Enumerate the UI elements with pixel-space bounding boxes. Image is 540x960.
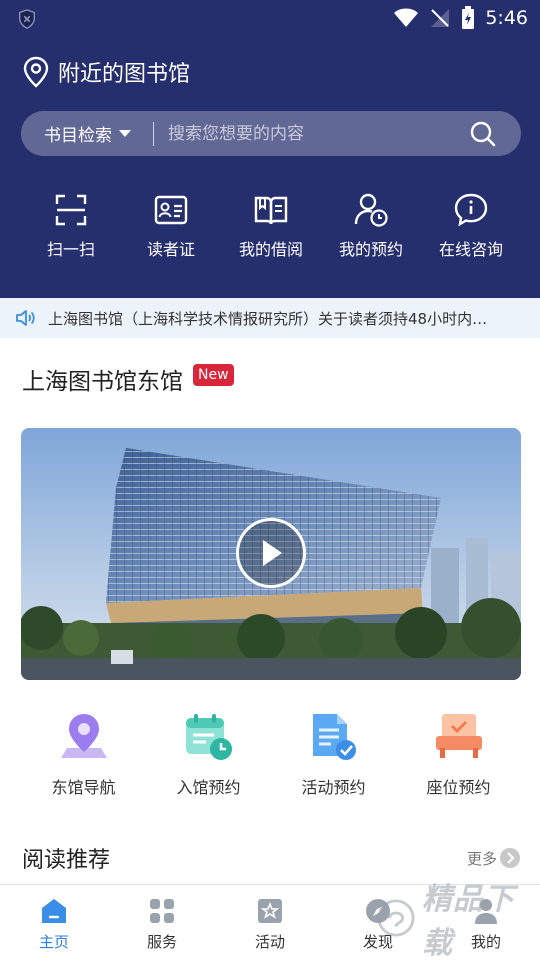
app-screen: 5:46 附近的图书馆 书目检索 搜索您想要的内容 扫一扫 读者证 我的借阅 我…	[0, 0, 540, 960]
header: 5:46 附近的图书馆 书目检索 搜索您想要的内容 扫一扫 读者证 我的借阅 我…	[0, 0, 540, 298]
library-video[interactable]	[21, 428, 521, 680]
library-title: 上海图书馆东馆	[22, 369, 183, 395]
status-icons: 5:46	[393, 6, 528, 30]
quick-reservation-label: 我的预约	[338, 240, 403, 259]
scan-icon	[55, 194, 87, 226]
quick-reservation[interactable]: 我的预约	[321, 192, 421, 262]
service-seat-booking[interactable]: 座位预约	[396, 712, 521, 802]
search-divider	[153, 121, 154, 146]
tab-activities[interactable]: 活动	[216, 885, 324, 960]
reader-card-icon	[154, 195, 188, 225]
battery-icon	[462, 6, 475, 29]
grid-icon	[150, 899, 174, 923]
tab-discover-label: 发现	[362, 933, 393, 951]
service-navigation-label: 东馆导航	[51, 778, 116, 797]
new-badge: New	[193, 364, 234, 386]
document-check-icon	[312, 714, 356, 760]
play-button[interactable]	[236, 518, 306, 588]
quick-borrow[interactable]: 我的借阅	[221, 192, 321, 262]
calendar-clock-icon	[185, 714, 232, 760]
tab-home[interactable]: 主页	[0, 885, 108, 960]
location-pin-icon	[23, 56, 49, 88]
navigation-pin-icon	[60, 714, 107, 758]
library-services: 东馆导航 入馆预约 活动预约 座位预约	[0, 712, 540, 802]
tab-services[interactable]: 服务	[108, 885, 216, 960]
search-button[interactable]	[467, 118, 499, 150]
notice-text: 上海图书馆（上海科学技术情报研究所）关于读者须持48小时内…	[48, 309, 488, 328]
search-category-label: 书目检索	[44, 126, 112, 146]
quick-borrow-label: 我的借阅	[238, 240, 303, 259]
more-button[interactable]: 更多	[467, 848, 520, 869]
user-clock-icon	[354, 193, 388, 227]
service-seat-booking-label: 座位预约	[426, 778, 491, 797]
speaker-icon	[16, 310, 35, 326]
search-category-dropdown[interactable]: 书目检索	[21, 121, 131, 146]
play-icon	[263, 540, 282, 566]
search-input[interactable]	[168, 123, 467, 144]
star-box-icon	[258, 899, 282, 923]
quick-actions: 扫一扫 读者证 我的借阅 我的预约 在线咨询	[0, 192, 540, 262]
no-signal-icon	[431, 9, 450, 27]
service-entry-booking-label: 入馆预约	[176, 778, 241, 797]
compass-icon	[366, 899, 390, 923]
service-event-booking-label: 活动预约	[301, 778, 366, 797]
wifi-icon	[394, 8, 419, 27]
chat-info-icon	[454, 193, 488, 227]
status-bar: 5:46	[0, 0, 540, 36]
chevron-down-icon	[119, 130, 131, 137]
home-icon	[42, 899, 66, 923]
page-title: 附近的图书馆	[58, 62, 191, 87]
quick-consult[interactable]: 在线咨询	[421, 192, 521, 262]
tab-discover[interactable]: 发现	[324, 885, 432, 960]
quick-reader-card-label: 读者证	[146, 240, 195, 259]
tab-profile-label: 我的	[470, 933, 501, 951]
library-header: 上海图书馆东馆 New	[22, 364, 234, 400]
service-entry-booking[interactable]: 入馆预约	[146, 712, 271, 802]
recommend-header: 阅读推荐 更多	[22, 840, 520, 876]
tab-activities-label: 活动	[254, 933, 285, 951]
quick-scan-label: 扫一扫	[46, 240, 95, 259]
quick-scan[interactable]: 扫一扫	[21, 192, 121, 262]
location-selector[interactable]: 附近的图书馆	[22, 54, 190, 90]
shield-icon	[18, 9, 36, 29]
quick-reader-card[interactable]: 读者证	[121, 192, 221, 262]
notice-bar[interactable]: 上海图书馆（上海科学技术情报研究所）关于读者须持48小时内…	[0, 298, 540, 338]
status-time: 5:46	[485, 7, 528, 29]
search-icon	[470, 121, 496, 146]
book-icon	[254, 196, 288, 225]
search-bar: 书目检索	[21, 111, 521, 156]
tab-home-label: 主页	[38, 933, 69, 951]
bottom-tab-bar: 主页 服务 活动 发现 我的	[0, 884, 540, 960]
more-label: 更多	[466, 849, 497, 868]
profile-icon	[475, 899, 497, 924]
quick-consult-label: 在线咨询	[438, 240, 503, 259]
service-event-booking[interactable]: 活动预约	[271, 712, 396, 802]
tab-services-label: 服务	[146, 933, 177, 951]
service-navigation[interactable]: 东馆导航	[21, 712, 146, 802]
chevron-right-icon	[500, 848, 520, 868]
seat-icon	[435, 714, 482, 758]
recommend-title: 阅读推荐	[22, 848, 111, 873]
tab-profile[interactable]: 我的	[432, 885, 540, 960]
